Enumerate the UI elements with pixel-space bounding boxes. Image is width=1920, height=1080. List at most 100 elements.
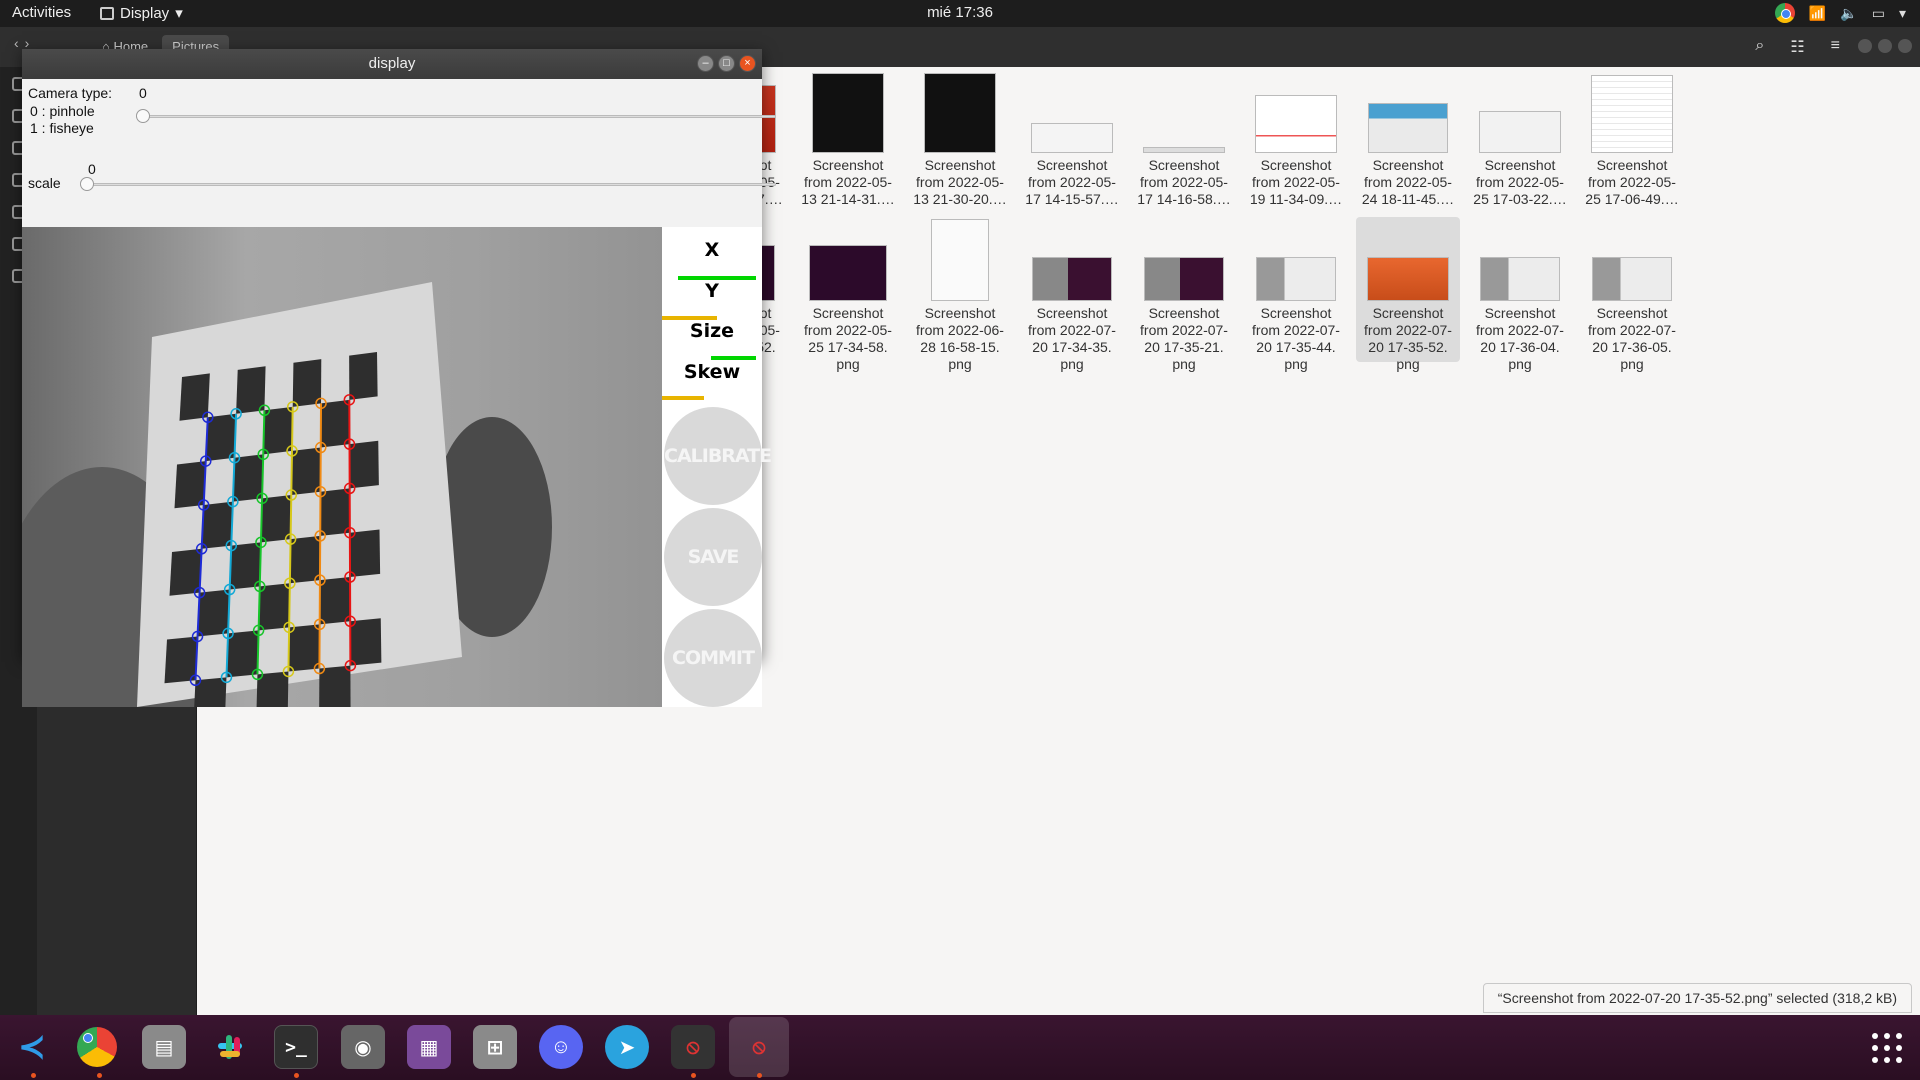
file-name-line: Screenshot: [1372, 157, 1444, 173]
file-name: Screenshot from 2022-05- 25 17-34-58. png: [796, 305, 900, 373]
file-name-line: Screenshot: [1372, 305, 1444, 321]
file-name-line: 19 11-34-09.…: [1249, 191, 1343, 207]
file-name-line: png: [1172, 356, 1196, 372]
file-name-line: 17 14-15-57.…: [1025, 191, 1119, 207]
file-name-line: Screenshot: [1596, 305, 1668, 321]
maximize-button[interactable]: [1878, 39, 1892, 53]
calibrate-button[interactable]: CALIBRATE: [664, 407, 772, 505]
file-thumbnail: [809, 245, 887, 301]
scale-slider-track[interactable]: [86, 183, 776, 186]
file-name: Screenshot from 2022-06- 28 16-58-15. png: [908, 305, 1012, 373]
file-name-line: from 2022-05-: [1588, 174, 1676, 190]
file-name-line: Screenshot: [1036, 305, 1108, 321]
calculator-icon[interactable]: ⊞: [473, 1025, 517, 1069]
system-tray[interactable]: 📶 🔈 ▭ ▾: [1774, 3, 1906, 23]
minimize-button[interactable]: –: [697, 55, 714, 72]
scale-value: 0: [88, 161, 96, 177]
file-item[interactable]: Screenshot from 2022-05- 25 17-06-49.…: [1580, 69, 1684, 214]
file-thumbnail: [1031, 123, 1113, 153]
app-menu[interactable]: Display ▾: [100, 4, 183, 22]
file-name-line: from 2022-05-: [1028, 174, 1116, 190]
file-item[interactable]: Screenshot from 2022-05- 17 14-16-58.…: [1132, 69, 1236, 214]
metric-skew-label: Skew: [683, 361, 741, 383]
chrome-icon[interactable]: [75, 1025, 119, 1069]
checker-square: [194, 677, 227, 707]
search-icon[interactable]: ⌕: [1755, 37, 1764, 57]
file-name-line: 25 17-34-58.: [808, 339, 888, 355]
video-editor-icon[interactable]: ▦: [407, 1025, 451, 1069]
activities-button[interactable]: Activities: [12, 4, 71, 21]
selection-status: “Screenshot from 2022-07-20 17-35-52.png…: [1482, 983, 1912, 1013]
file-name-line: Screenshot: [812, 157, 884, 173]
camera-type-slider-track[interactable]: [140, 115, 776, 118]
file-item[interactable]: Screenshot from 2022-05- 13 21-30-20.…: [908, 69, 1012, 214]
file-name-line: from 2022-07-: [1476, 322, 1564, 338]
slack-icon[interactable]: [208, 1025, 252, 1069]
file-thumbnail: [1367, 257, 1449, 301]
file-item[interactable]: Screenshot from 2022-06- 28 16-58-15. png: [908, 217, 1012, 372]
file-item[interactable]: Screenshot from 2022-05- 24 18-11-45.…: [1356, 69, 1460, 214]
camera-image: [22, 227, 662, 707]
minimize-button[interactable]: [1858, 39, 1872, 53]
close-button[interactable]: ×: [739, 55, 756, 72]
file-item[interactable]: Screenshot from 2022-07- 20 17-36-05. png: [1580, 217, 1684, 372]
display-titlebar[interactable]: display – □ ×: [22, 49, 762, 79]
show-applications-icon[interactable]: [1872, 1033, 1902, 1063]
checker-square: [350, 618, 382, 666]
file-name-line: png: [1060, 356, 1084, 372]
scale-trackbar: scale 0: [22, 161, 776, 227]
close-button[interactable]: [1898, 39, 1912, 53]
file-name: Screenshot from 2022-07- 20 17-35-21. png: [1132, 305, 1236, 373]
discord-icon[interactable]: ☺: [539, 1025, 583, 1069]
file-name-line: png: [1508, 356, 1532, 372]
file-item[interactable]: Screenshot from 2022-07- 20 17-35-44. png: [1244, 217, 1348, 372]
file-name-line: Screenshot: [1484, 157, 1556, 173]
clock[interactable]: mié 17:36: [927, 4, 993, 21]
file-name-line: from 2022-05-: [1476, 174, 1564, 190]
chrome-tray-icon[interactable]: [1774, 3, 1795, 23]
checker-square: [319, 577, 351, 625]
file-name-line: 20 17-36-05.: [1592, 339, 1672, 355]
display-app-icon[interactable]: ⦸: [671, 1025, 715, 1069]
telegram-icon[interactable]: ➤: [605, 1025, 649, 1069]
file-name-line: Screenshot: [1148, 305, 1220, 321]
file-name: Screenshot from 2022-05- 25 17-06-49.…: [1580, 157, 1684, 208]
terminal-icon[interactable]: >_: [274, 1025, 318, 1069]
camera-type-option: 0 : pinhole: [30, 103, 95, 119]
checker-square: [349, 440, 379, 489]
file-name: Screenshot from 2022-05- 17 14-15-57.…: [1020, 157, 1124, 208]
file-item[interactable]: Screenshot from 2022-07- 20 17-35-52. png: [1356, 217, 1460, 372]
file-item[interactable]: Screenshot from 2022-07- 20 17-35-21. png: [1132, 217, 1236, 372]
commit-button[interactable]: COMMIT: [664, 609, 762, 707]
view-options-icon[interactable]: ☷: [1790, 37, 1804, 57]
file-item[interactable]: Screenshot from 2022-05- 19 11-34-09.…: [1244, 69, 1348, 214]
back-icon[interactable]: ‹: [14, 35, 19, 51]
file-name: Screenshot from 2022-05- 24 18-11-45.…: [1356, 157, 1460, 208]
menu-icon[interactable]: ≡: [1831, 37, 1840, 57]
file-name-line: Screenshot: [1148, 157, 1220, 173]
camera-icon[interactable]: ◉: [341, 1025, 385, 1069]
file-item[interactable]: Screenshot from 2022-05- 25 17-03-22.…: [1468, 69, 1572, 214]
file-name-line: Screenshot: [1484, 305, 1556, 321]
file-item[interactable]: Screenshot from 2022-07- 20 17-36-04. png: [1468, 217, 1572, 372]
camera-type-slider-knob[interactable]: [136, 109, 150, 123]
file-name-line: png: [948, 356, 972, 372]
file-name-line: from 2022-05-: [916, 174, 1004, 190]
display-app-icon[interactable]: ⦸: [729, 1017, 789, 1077]
file-item[interactable]: Screenshot from 2022-05- 25 17-34-58. png: [796, 217, 900, 372]
file-name: Screenshot from 2022-05- 13 21-14-31.…: [796, 157, 900, 208]
save-button[interactable]: SAVE: [664, 508, 762, 606]
files-icon[interactable]: ▤: [142, 1025, 186, 1069]
file-name-line: Screenshot: [1260, 305, 1332, 321]
file-name-line: Screenshot: [1260, 157, 1332, 173]
scale-slider-knob[interactable]: [80, 177, 94, 191]
file-name-line: 20 17-35-52.: [1368, 339, 1448, 355]
camera-type-label: Camera type:: [28, 85, 113, 101]
file-item[interactable]: Screenshot from 2022-05- 13 21-14-31.…: [796, 69, 900, 214]
vscode-icon[interactable]: ≺: [10, 1025, 54, 1069]
maximize-button[interactable]: □: [718, 55, 735, 72]
file-item[interactable]: Screenshot from 2022-07- 20 17-34-35. png: [1020, 217, 1124, 372]
file-name-line: png: [1396, 356, 1420, 372]
file-item[interactable]: Screenshot from 2022-05- 17 14-15-57.…: [1020, 69, 1124, 214]
file-thumbnail: [1592, 257, 1672, 301]
